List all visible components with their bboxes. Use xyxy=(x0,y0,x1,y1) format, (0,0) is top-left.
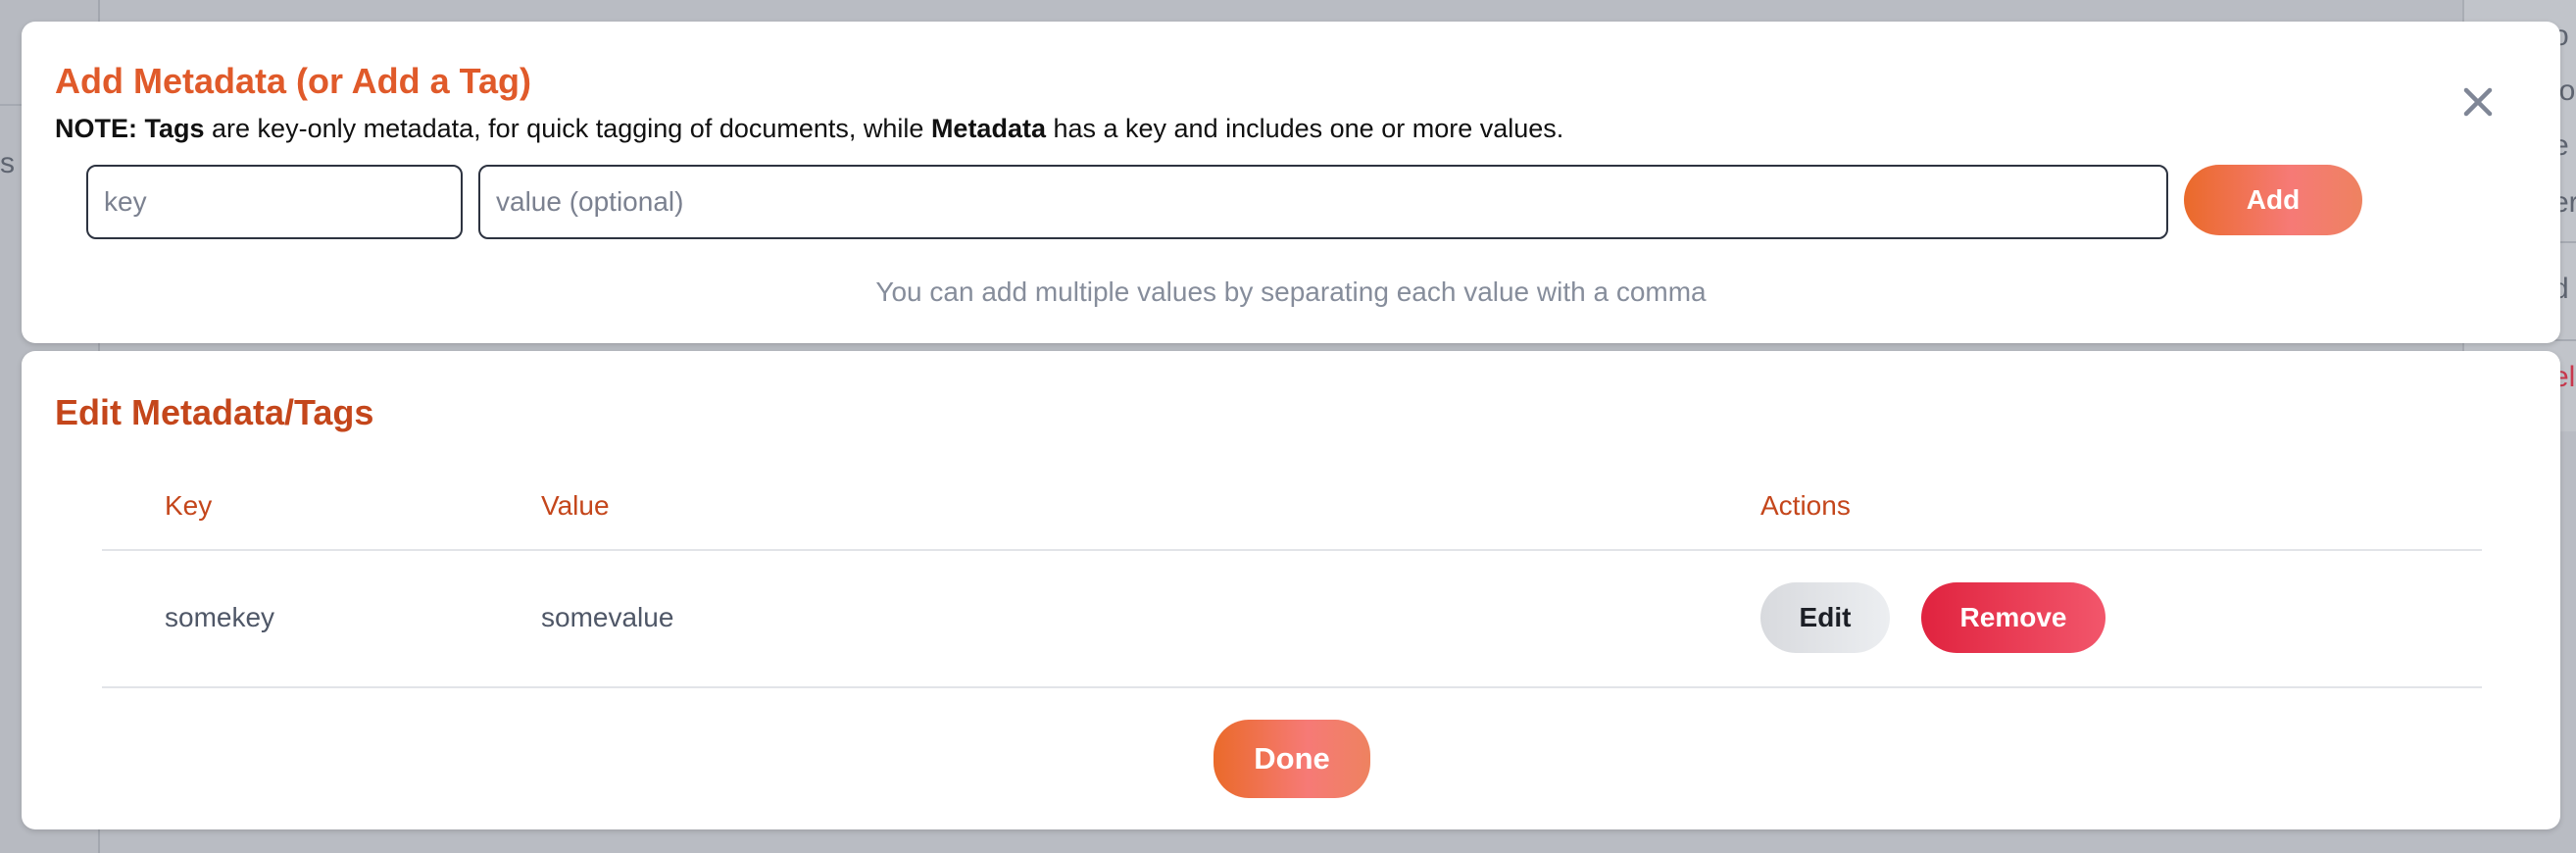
row-key-cell: somekey xyxy=(165,602,275,632)
note-suffix-text: has a key and includes one or more value… xyxy=(1045,114,1564,143)
key-input[interactable] xyxy=(86,165,463,239)
add-metadata-title: Add Metadata (or Add a Tag) xyxy=(55,61,531,101)
edit-button[interactable]: Edit xyxy=(1760,582,1890,653)
table-header-divider xyxy=(102,549,2482,551)
close-icon xyxy=(2463,87,2493,117)
column-header-key: Key xyxy=(165,490,213,521)
note-tags-word: Tags xyxy=(144,114,205,143)
note-middle-text: are key-only metadata, for quick tagging… xyxy=(204,114,931,143)
multiple-values-hint: You can add multiple values by separatin… xyxy=(875,276,1707,307)
add-metadata-dialog: Add Metadata (or Add a Tag) NOTE: Tags a… xyxy=(22,22,2560,343)
column-header-value: Value xyxy=(541,490,610,521)
edit-metadata-title: Edit Metadata/Tags xyxy=(55,392,374,432)
value-input[interactable] xyxy=(478,165,2168,239)
row-value-cell: somevalue xyxy=(541,602,674,632)
table-row-divider xyxy=(102,686,2482,688)
close-button[interactable] xyxy=(2454,78,2502,125)
note-prefix: NOTE: xyxy=(55,114,137,143)
column-header-actions: Actions xyxy=(1760,490,1851,521)
background-text-fragment: s xyxy=(0,147,15,179)
metadata-note: NOTE: Tags are key-only metadata, for qu… xyxy=(55,114,1563,144)
done-button[interactable]: Done xyxy=(1214,720,1370,798)
edit-metadata-dialog: Edit Metadata/Tags Key Value Actions som… xyxy=(22,351,2560,829)
add-button[interactable]: Add xyxy=(2184,165,2362,235)
note-metadata-word: Metadata xyxy=(930,114,1046,143)
remove-button[interactable]: Remove xyxy=(1921,582,2105,653)
